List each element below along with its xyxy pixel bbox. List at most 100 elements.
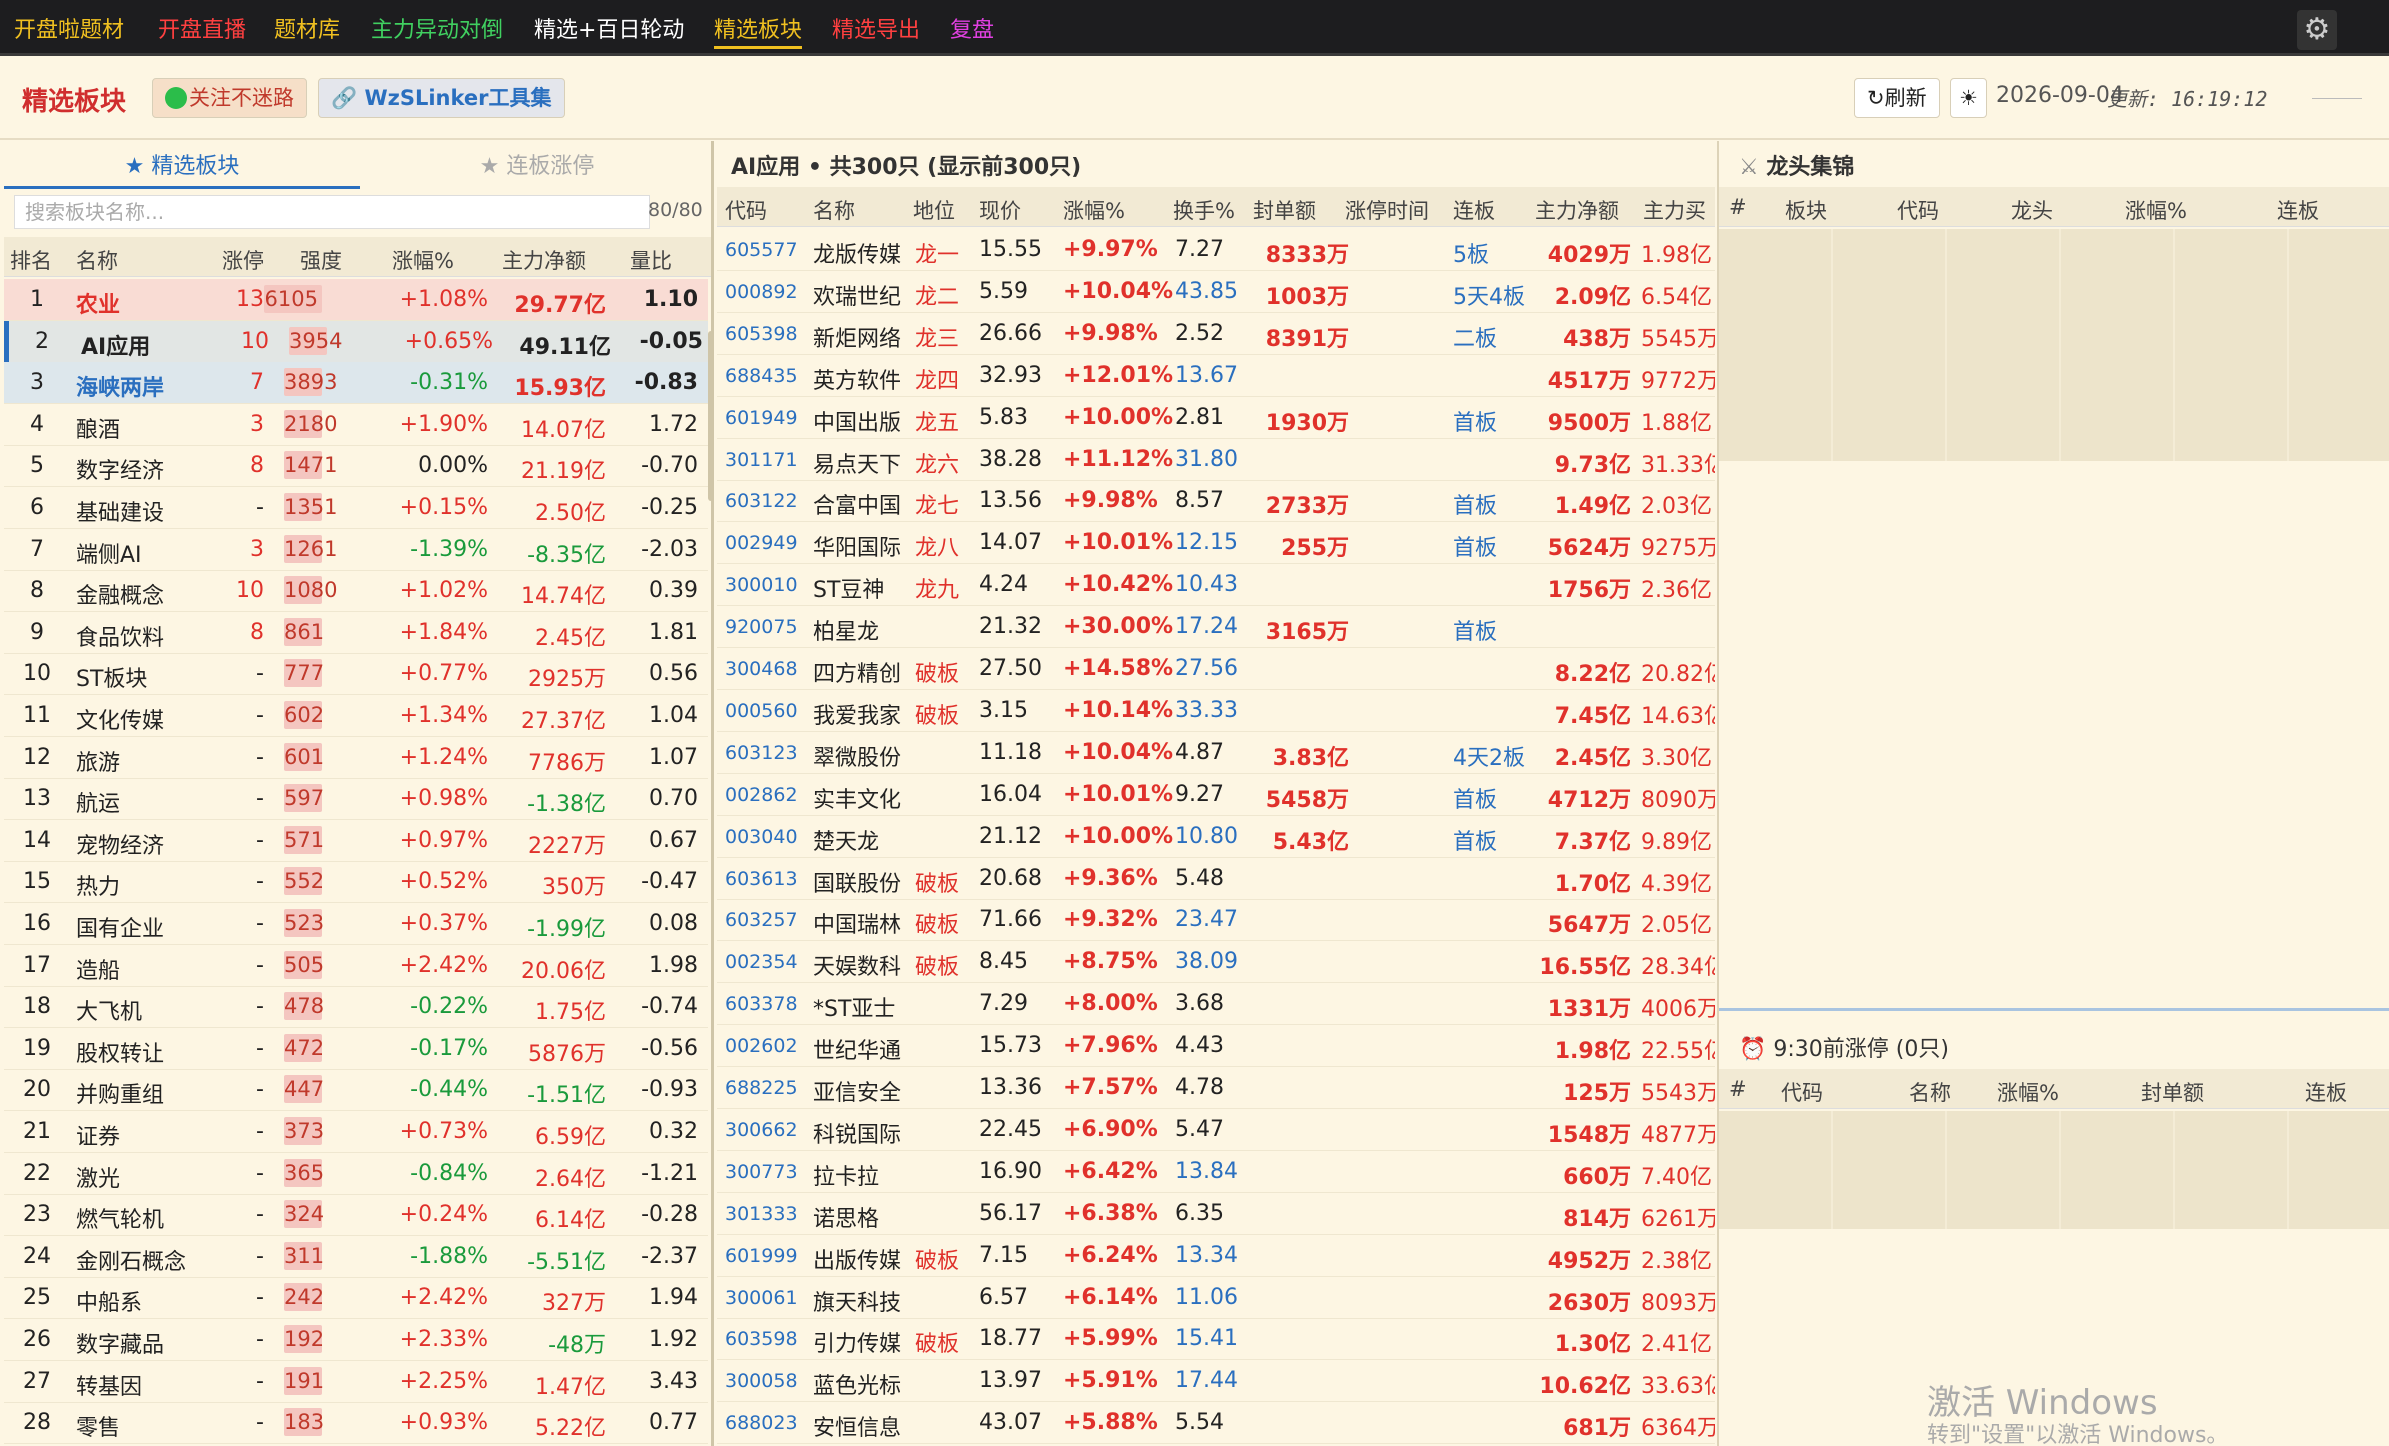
code-cell[interactable]: 601999 bbox=[725, 1245, 798, 1267]
code-cell[interactable]: 300058 bbox=[725, 1370, 798, 1392]
table-row[interactable]: 603378 *ST亚士 7.29 +8.00% 3.68 1331万 4006万 bbox=[717, 983, 1715, 1026]
col-boards[interactable]: 连板 bbox=[1453, 195, 1495, 225]
table-row[interactable]: 603123 翠微股份 11.18 +10.04% 4.87 3.83亿 4天2板 2.45亿… bbox=[717, 732, 1715, 774]
col-rank[interactable]: 排名 bbox=[10, 245, 52, 275]
col-name[interactable]: 名称 bbox=[76, 245, 118, 275]
refresh-button[interactable]: ↻刷新 bbox=[1854, 78, 1940, 118]
table-row[interactable]: 3 海峡两岸 7 3893 -0.31% 15.93亿 -0.83 bbox=[4, 362, 708, 405]
table-row[interactable]: 301333 诺思格 56.17 +6.38% 6.35 814万 6261万 bbox=[717, 1193, 1715, 1235]
code-cell[interactable]: 603123 bbox=[725, 742, 798, 764]
code-cell[interactable]: 300773 bbox=[725, 1161, 798, 1183]
col-idx[interactable]: # bbox=[1729, 195, 1747, 219]
nav-select-rotation[interactable]: 精选+百日轮动 bbox=[534, 12, 684, 44]
code-cell[interactable]: 603122 bbox=[725, 490, 798, 512]
table-row[interactable]: 19 股权转让 -472 -0.17% 5876万 -0.56 bbox=[4, 1028, 708, 1070]
table-row[interactable]: 688435 英方软件 龙四 32.93 +12.01% 13.67 4517万 9772万 bbox=[717, 355, 1715, 397]
nav-select-sector[interactable]: 精选板块 bbox=[714, 12, 803, 49]
nav-select-export[interactable]: 精选导出 bbox=[832, 12, 920, 44]
code-cell[interactable]: 000892 bbox=[725, 281, 798, 303]
table-row[interactable]: 300468 四方精创 破板 27.50 +14.58% 27.56 8.22亿 20.82亿 bbox=[717, 648, 1715, 690]
tool-button[interactable]: 🔗 WzSLinker工具集 bbox=[318, 78, 565, 118]
code-cell[interactable]: 002949 bbox=[725, 532, 798, 554]
col-leader-code[interactable]: 代码 bbox=[1897, 195, 1939, 225]
code-cell[interactable]: 920075 bbox=[725, 616, 798, 638]
table-row[interactable]: 300773 拉卡拉 16.90 +6.42% 13.84 660万 7.40亿 bbox=[717, 1151, 1715, 1193]
table-row[interactable]: 002949 华阳国际 龙八 14.07 +10.01% 12.15 255万 首板 5624万… bbox=[717, 522, 1715, 565]
code-cell[interactable]: 603378 bbox=[725, 993, 798, 1015]
table-row[interactable]: 000560 我爱我家 破板 3.15 +10.14% 33.33 7.45亿 14.63亿 bbox=[717, 690, 1715, 732]
table-row[interactable]: 12 旅游 -601 +1.24% 7786万 1.07 bbox=[4, 737, 708, 779]
col-sector[interactable]: 板块 bbox=[1785, 195, 1827, 225]
code-cell[interactable]: 300662 bbox=[725, 1119, 798, 1141]
table-row[interactable]: 002862 实丰文化 16.04 +10.01% 9.27 5458万 首板 4712万 80… bbox=[717, 774, 1715, 816]
table-row[interactable]: 25 中船系 -242 +2.42% 327万 1.94 bbox=[4, 1277, 708, 1320]
code-cell[interactable]: 601949 bbox=[725, 407, 798, 429]
code-cell[interactable]: 002862 bbox=[725, 784, 798, 806]
col-seal[interactable]: 封单额 bbox=[1253, 195, 1316, 225]
col-position[interactable]: 地位 bbox=[913, 195, 955, 225]
code-cell[interactable]: 688435 bbox=[725, 365, 798, 387]
table-row[interactable]: 605577 龙版传媒 龙一 15.55 +9.97% 7.27 8333万 5板 4029万 1… bbox=[717, 229, 1715, 271]
code-cell[interactable]: 603598 bbox=[725, 1328, 798, 1350]
table-row[interactable]: 18 大飞机 -478 -0.22% 1.75亿 -0.74 bbox=[4, 986, 708, 1029]
col-net[interactable]: 主力净额 bbox=[502, 245, 586, 275]
code-cell[interactable]: 003040 bbox=[725, 826, 798, 848]
table-row[interactable]: 688225 亚信安全 13.36 +7.57% 4.78 125万 5543万 bbox=[717, 1067, 1715, 1109]
table-row[interactable]: 7 端侧AI 3 1261 -1.39% -8.35亿 -2.03 bbox=[4, 529, 708, 571]
table-row[interactable]: 23 燃气轮机 -324 +0.24% 6.14亿 -0.28 bbox=[4, 1194, 708, 1237]
table-row[interactable]: 300010 ST豆神 龙九 4.24 +10.42% 10.43 1756万 2.36亿 bbox=[717, 564, 1715, 607]
code-cell[interactable]: 300010 bbox=[725, 574, 798, 596]
nav-kaipanla[interactable]: 开盘啦题材 bbox=[14, 12, 124, 44]
col-strength[interactable]: 强度 bbox=[300, 245, 342, 275]
table-row[interactable]: 601999 出版传媒 破板 7.15 +6.24% 13.34 4952万 2.38亿 bbox=[717, 1235, 1715, 1277]
table-row[interactable]: 603598 引力传媒 破板 18.77 +5.99% 15.41 1.30亿 2.41亿 bbox=[717, 1318, 1715, 1361]
code-cell[interactable]: 603613 bbox=[725, 868, 798, 890]
gear-icon[interactable]: ⚙ bbox=[2297, 10, 2337, 50]
scrollbar[interactable] bbox=[708, 331, 711, 501]
table-row[interactable]: 300061 旗天科技 6.57 +6.14% 11.06 2630万 8093万 bbox=[717, 1277, 1715, 1319]
col-change[interactable]: 涨幅% bbox=[1063, 195, 1125, 225]
table-row[interactable]: 8 金融概念 10 1080 +1.02% 14.74亿 0.39 bbox=[4, 570, 708, 613]
table-row[interactable]: 11 文化传媒 -602 +1.34% 27.37亿 1.04 bbox=[4, 695, 708, 737]
table-row[interactable]: 22 激光 -365 -0.84% 2.64亿 -1.21 bbox=[4, 1153, 708, 1195]
table-row[interactable]: 000892 欢瑞世纪 龙二 5.59 +10.04% 43.85 1003万 5天4板 2.0… bbox=[717, 271, 1715, 313]
follow-button[interactable]: 关注不迷路 bbox=[152, 78, 307, 118]
table-row[interactable]: 1 农业 13 6105 +1.08% 29.77亿 1.10 bbox=[4, 279, 708, 321]
table-row[interactable]: 17 造船 -505 +2.42% 20.06亿 1.98 bbox=[4, 945, 708, 987]
search-input[interactable]: 搜索板块名称... bbox=[14, 195, 650, 229]
col-leader-boards[interactable]: 连板 bbox=[2277, 195, 2319, 225]
col-stock-name[interactable]: 名称 bbox=[813, 195, 855, 225]
table-row[interactable]: 20 并购重组 -447 -0.44% -1.51亿 -0.93 bbox=[4, 1069, 708, 1112]
col-code[interactable]: 代码 bbox=[725, 195, 767, 225]
table-row[interactable]: 15 热力 -552 +0.52% 350万 -0.47 bbox=[4, 861, 708, 904]
code-cell[interactable]: 300061 bbox=[725, 1287, 798, 1309]
table-row[interactable]: 13 航运 -597 +0.98% -1.38亿 0.70 bbox=[4, 778, 708, 821]
table-row[interactable]: 21 证券 -373 +0.73% 6.59亿 0.32 bbox=[4, 1111, 708, 1153]
table-row[interactable]: 14 宠物经济 -571 +0.97% 2227万 0.67 bbox=[4, 820, 708, 862]
table-row[interactable]: 601949 中国出版 龙五 5.83 +10.00% 2.81 1930万 首板 9500万 1… bbox=[717, 397, 1715, 439]
code-cell[interactable]: 605577 bbox=[725, 239, 798, 261]
table-row[interactable]: 002354 天娱数科 破板 8.45 +8.75% 38.09 16.55亿 28.34亿 bbox=[717, 941, 1715, 984]
code-cell[interactable]: 300468 bbox=[725, 658, 798, 680]
table-row[interactable]: 603122 合富中国 龙七 13.56 +9.98% 8.57 2733万 首板 1.49亿 2… bbox=[717, 480, 1715, 523]
tab-limit-up[interactable]: ★ 连板涨停 bbox=[360, 145, 711, 189]
table-row[interactable]: 24 金刚石概念 -311 -1.88% -5.51亿 -2.37 bbox=[4, 1236, 708, 1278]
col-zt[interactable]: 涨停 bbox=[222, 245, 264, 275]
col-code2[interactable]: 代码 bbox=[1781, 1077, 1823, 1107]
col-idx2[interactable]: # bbox=[1729, 1077, 1747, 1101]
table-row[interactable]: 16 国有企业 -523 +0.37% -1.99亿 0.08 bbox=[4, 903, 708, 945]
code-cell[interactable]: 000560 bbox=[725, 700, 798, 722]
table-row[interactable]: 4 酿酒 3 2180 +1.90% 14.07亿 1.72 bbox=[4, 404, 708, 446]
nav-main-force[interactable]: 主力异动对倒 bbox=[371, 12, 503, 44]
table-row[interactable]: 301171 易点天下 龙六 38.28 +11.12% 31.80 9.73亿 31.33亿 bbox=[717, 439, 1715, 481]
code-cell[interactable]: 603257 bbox=[725, 909, 798, 931]
table-row[interactable]: 002602 世纪华通 15.73 +7.96% 4.43 1.98亿 22.55亿 bbox=[717, 1025, 1715, 1068]
col-name2[interactable]: 名称 bbox=[1909, 1077, 1951, 1107]
table-row[interactable]: 300662 科锐国际 22.45 +6.90% 5.47 1548万 4877万 bbox=[717, 1109, 1715, 1151]
col-chg2[interactable]: 涨幅% bbox=[1997, 1077, 2059, 1107]
table-row[interactable]: 9 食品饮料 8 861 +1.84% 2.45亿 1.81 bbox=[4, 612, 708, 654]
code-cell[interactable]: 002354 bbox=[725, 951, 798, 973]
table-row[interactable]: 27 转基因 -191 +2.25% 1.47亿 3.43 bbox=[4, 1361, 708, 1403]
table-row[interactable]: 5 数字经济 8 1471 0.00% 21.19亿 -0.70 bbox=[4, 445, 708, 488]
table-row[interactable]: 6 基础建设 -1351 +0.15% 2.50亿 -0.25 bbox=[4, 487, 708, 529]
